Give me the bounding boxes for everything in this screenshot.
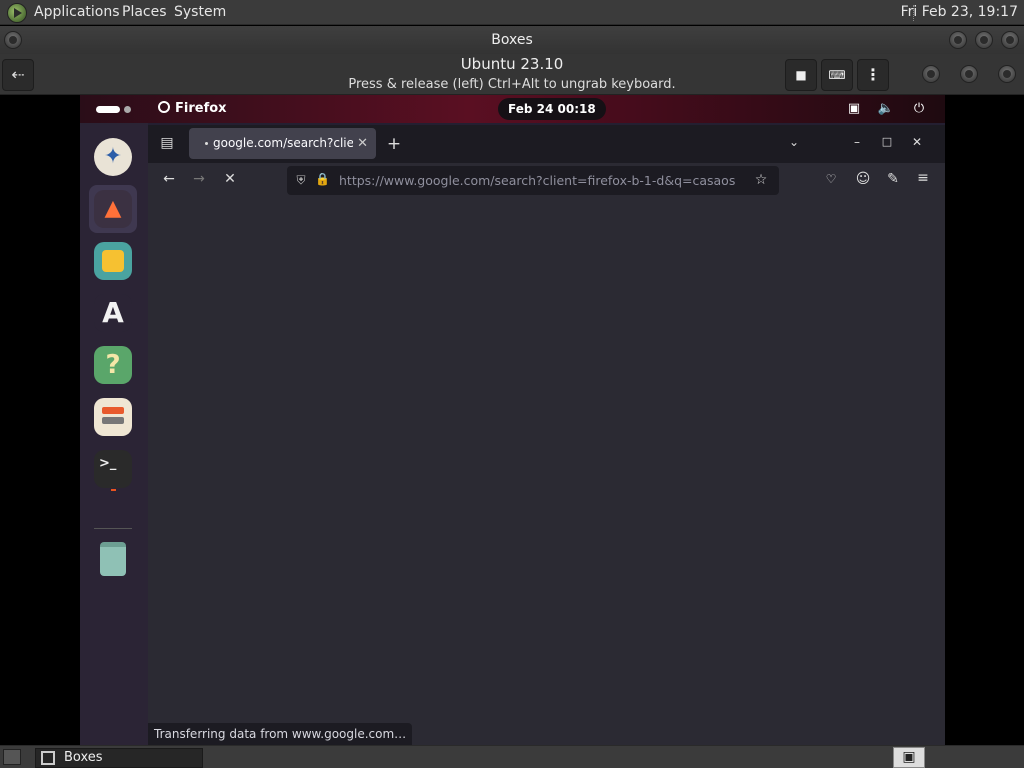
host-clock[interactable]: Fri Feb 23, 19:17 bbox=[901, 0, 1018, 25]
stop-icon: ■ bbox=[795, 68, 807, 82]
tab-title: google.com/search?client=firefox-b-1-d&q… bbox=[213, 136, 353, 150]
window-control-icon[interactable] bbox=[960, 65, 978, 83]
new-tab-icon[interactable]: + bbox=[384, 134, 404, 154]
loading-dot-icon bbox=[205, 142, 208, 145]
pocket-icon[interactable]: ♡ bbox=[822, 172, 840, 186]
tab[interactable]: google.com/search?client=firefox-b-1-d&q… bbox=[189, 128, 376, 159]
activities-indicator[interactable] bbox=[96, 106, 120, 113]
dock: ✦ ▲ A ? >_ bbox=[80, 123, 148, 745]
gnome-top-bar: Firefox Feb 24 00:18 ▣ 🔈 ⏻ bbox=[80, 95, 945, 123]
extensions-icon[interactable]: ✎ bbox=[884, 171, 902, 187]
firefox-icon: ▲ bbox=[94, 190, 132, 228]
app-indicator[interactable]: Firefox bbox=[150, 98, 235, 120]
dock-item-files[interactable] bbox=[89, 237, 137, 285]
settings-icon bbox=[94, 398, 132, 436]
taskbar-item-label: Boxes bbox=[64, 750, 103, 765]
terminal-icon: >_ bbox=[94, 450, 132, 488]
running-indicator bbox=[111, 489, 116, 491]
thunderbird-icon: ✦ bbox=[94, 138, 132, 176]
back-icon[interactable]: ← bbox=[160, 171, 178, 187]
page-content[interactable]: Transferring data from www.google.com… bbox=[148, 198, 945, 745]
guest-clock[interactable]: Feb 24 00:18 bbox=[498, 98, 606, 120]
show-desktop-icon[interactable] bbox=[3, 749, 21, 765]
status-bar: Transferring data from www.google.com… bbox=[148, 723, 413, 745]
forward-icon[interactable]: → bbox=[190, 171, 208, 187]
menu-icon: ⋮ bbox=[865, 65, 881, 84]
volume-icon[interactable]: 🔈 bbox=[877, 100, 895, 118]
host-top-panel: Applications Places System Fri Feb 23, 1… bbox=[0, 0, 1024, 25]
tab-list-icon[interactable]: ▤ bbox=[158, 135, 176, 151]
applications-menu[interactable]: Applications bbox=[34, 0, 120, 25]
window-menu-icon[interactable] bbox=[4, 31, 22, 49]
bookmark-star-icon[interactable]: ☆ bbox=[753, 172, 769, 188]
keyboard-button[interactable]: ⌨ bbox=[821, 59, 853, 91]
dock-item-app-center[interactable]: A bbox=[89, 289, 137, 337]
close-icon[interactable]: ✕ bbox=[908, 135, 926, 149]
account-icon[interactable]: ☺ bbox=[854, 171, 872, 187]
app-indicator-label: Firefox bbox=[175, 101, 227, 116]
navigation-toolbar: ← → ✕ ⛨ 🔒 https://www.google.com/search?… bbox=[148, 163, 945, 198]
boxes-header-bar: ⇠ Ubuntu 23.10 Press & release (left) Ct… bbox=[0, 54, 1024, 95]
host-bottom-panel: Boxes ▣ bbox=[0, 745, 1024, 768]
window-control-icon[interactable] bbox=[922, 65, 940, 83]
workspace-switcher[interactable]: ▣ bbox=[893, 747, 925, 768]
screen-icon[interactable]: ▣ bbox=[845, 100, 863, 118]
window-title: Boxes bbox=[491, 32, 533, 48]
menu-button[interactable]: ⋮ bbox=[857, 59, 889, 91]
dock-item-thunderbird[interactable]: ✦ bbox=[89, 133, 137, 181]
tab-close-icon[interactable]: ✕ bbox=[357, 128, 368, 159]
vm-display[interactable]: Firefox Feb 24 00:18 ▣ 🔈 ⏻ ✦ ▲ A ? >_ ▤ … bbox=[80, 95, 945, 745]
minimize-icon[interactable]: – bbox=[848, 135, 866, 149]
maximize-icon[interactable]: □ bbox=[878, 135, 896, 148]
firefox-icon bbox=[158, 101, 170, 113]
hamburger-menu-icon[interactable]: ≡ bbox=[914, 170, 932, 186]
dock-item-settings[interactable] bbox=[89, 393, 137, 441]
chevron-down-icon[interactable]: ⌄ bbox=[785, 135, 803, 149]
workspace-icon: ▣ bbox=[902, 749, 916, 765]
dock-item-firefox[interactable]: ▲ bbox=[89, 185, 137, 233]
window-control-icon[interactable] bbox=[998, 65, 1016, 83]
window-titlebar[interactable]: Boxes bbox=[0, 26, 1024, 54]
boxes-icon bbox=[41, 751, 55, 765]
keyboard-icon: ⌨ bbox=[828, 68, 846, 82]
mate-logo-icon[interactable] bbox=[7, 3, 27, 23]
taskbar-item-boxes[interactable]: Boxes bbox=[35, 748, 203, 768]
tab-bar: ▤ google.com/search?client=firefox-b-1-d… bbox=[148, 125, 945, 163]
minimize-icon[interactable] bbox=[949, 31, 967, 49]
power-icon[interactable]: ⏻ bbox=[910, 100, 928, 118]
places-menu[interactable]: Places bbox=[122, 0, 167, 25]
firefox-window: ▤ google.com/search?client=firefox-b-1-d… bbox=[148, 125, 945, 745]
shield-icon[interactable]: ⛨ bbox=[294, 173, 308, 188]
dock-item-help[interactable]: ? bbox=[89, 341, 137, 389]
dock-separator bbox=[94, 528, 132, 529]
app-center-icon: A bbox=[94, 294, 132, 332]
maximize-icon[interactable] bbox=[975, 31, 993, 49]
workspace-dot bbox=[124, 106, 131, 113]
url-text: https://www.google.com/search?client=fir… bbox=[339, 173, 736, 188]
dock-item-trash[interactable] bbox=[89, 535, 137, 583]
close-icon[interactable] bbox=[1001, 31, 1019, 49]
stop-loading-icon[interactable]: ✕ bbox=[221, 171, 239, 187]
files-icon bbox=[94, 242, 132, 280]
dock-item-terminal[interactable]: >_ bbox=[89, 445, 137, 493]
lock-icon[interactable]: 🔒 bbox=[315, 172, 330, 186]
stop-button[interactable]: ■ bbox=[785, 59, 817, 91]
help-icon: ? bbox=[94, 346, 132, 384]
trash-icon bbox=[94, 540, 132, 578]
system-menu[interactable]: System bbox=[174, 0, 226, 25]
url-bar[interactable]: ⛨ 🔒 https://www.google.com/search?client… bbox=[287, 166, 779, 195]
